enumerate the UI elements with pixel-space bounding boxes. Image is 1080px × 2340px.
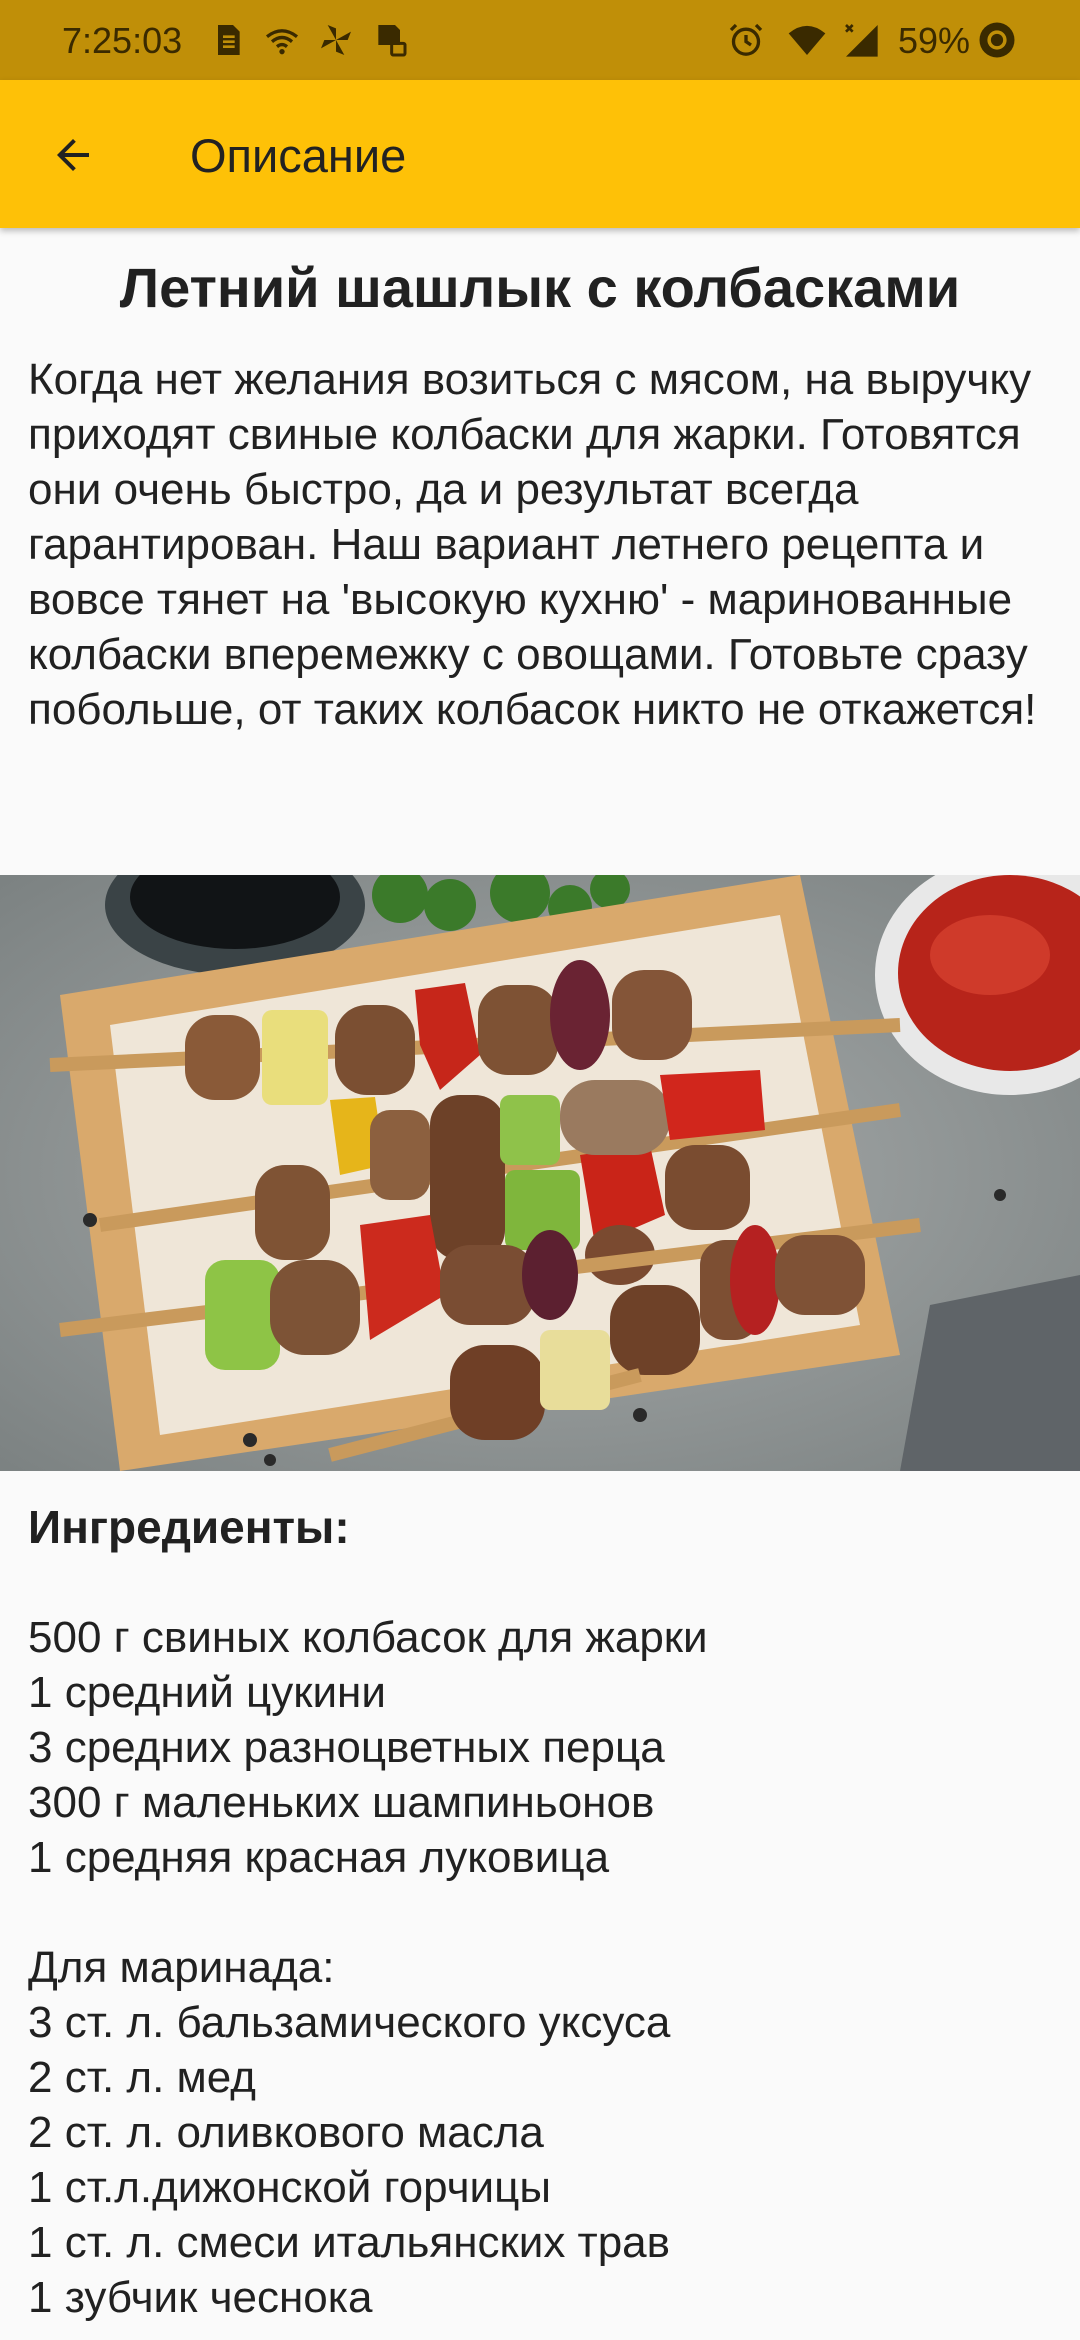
signal-icon (845, 24, 878, 57)
recipe-description: Когда нет желания возиться с мясом, на в… (28, 355, 1037, 734)
ingredient-item: 500 г свиных колбасок для жарки (28, 1613, 708, 1662)
ingredient-item: 3 средних разноцветных перца (28, 1723, 665, 1772)
arrow-left-icon (57, 139, 89, 171)
marinade-item: 2 ст. л. мед (28, 2053, 256, 2102)
pinwheel-icon (321, 25, 351, 55)
recipe-photo (0, 875, 1080, 1471)
ingredients-list: 500 г свиных колбасок для жарки 1 средни… (28, 1610, 1058, 2325)
marinade-heading: Для маринада: (28, 1943, 335, 1992)
sim-card-icon (218, 25, 240, 55)
alarm-icon (729, 23, 763, 56)
ingredient-item: 1 средний цукини (28, 1668, 386, 1717)
page-title: Описание (190, 129, 407, 182)
app-bar: Описание (0, 80, 1080, 228)
battery-percent: 59% (898, 20, 971, 61)
recipe-title: Летний шашлык с колбасками (119, 256, 961, 319)
ingredients-heading: Ингредиенты: (28, 1501, 350, 1553)
status-time: 7:25:03 (62, 20, 183, 61)
marinade-item: 2 ст. л. оливкового масла (28, 2108, 544, 2157)
status-bar: 7:25:03 59% (0, 0, 1080, 80)
marinade-item: 1 ст. л. смеси итальянских трав (28, 2218, 671, 2267)
wifi-call-icon (265, 29, 299, 55)
marinade-item: 1 ст.л.дижонской горчицы (28, 2163, 551, 2212)
sd-card-icon (378, 25, 407, 57)
ingredient-item: 300 г маленьких шампиньонов (28, 1778, 655, 1827)
battery-icon (979, 22, 1015, 58)
marinade-item: 3 ст. л. бальзамического уксуса (28, 1998, 671, 2047)
wifi-icon (788, 25, 826, 55)
ingredient-item: 1 средняя красная луковица (28, 1833, 610, 1882)
back-button[interactable] (36, 118, 110, 192)
recipe-photo-illustration (0, 875, 1080, 1471)
marinade-item: 1 зубчик чеснока (28, 2273, 373, 2322)
